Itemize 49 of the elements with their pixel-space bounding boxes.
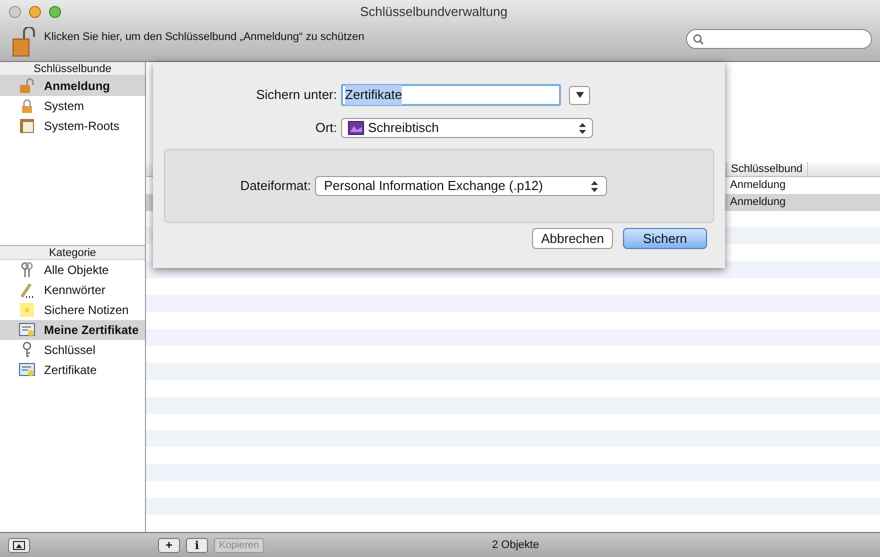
keys-icon xyxy=(20,262,34,278)
window-title: Schlüsselbundverwaltung xyxy=(360,3,508,22)
location-dropdown[interactable]: Schreibtisch xyxy=(341,118,593,138)
table-cell-text: Anmeldung xyxy=(730,194,786,210)
preview-toggle-button[interactable] xyxy=(8,538,30,552)
field-label: Dateiformat: xyxy=(239,177,312,196)
window-icon xyxy=(13,540,25,550)
key-icon xyxy=(21,342,33,358)
add-button[interactable]: + xyxy=(158,538,180,552)
zoom-button[interactable] xyxy=(49,6,61,18)
lock-toggle[interactable]: Klicken Sie hier, um den Schlüsselbund „Anmeldung“ zu schützen xyxy=(12,27,364,57)
cancel-button[interactable]: Abbrechen xyxy=(532,228,613,249)
expand-button[interactable] xyxy=(569,86,590,104)
field-label: Ort: xyxy=(314,119,338,138)
sidebar-item[interactable]: Schlüssel xyxy=(0,340,145,360)
file-name-field[interactable]: Zertifikate xyxy=(341,84,561,106)
column-header: Schlüsselbunde xyxy=(0,62,145,76)
sidebar-item[interactable]: Sichere Notizen xyxy=(0,300,145,320)
sidebar-item[interactable]: System xyxy=(0,96,145,116)
padlock-icon xyxy=(19,98,35,114)
certificate-cabinet-icon xyxy=(19,118,35,134)
updown-arrows-icon xyxy=(591,180,598,192)
info-button[interactable]: i xyxy=(186,538,208,552)
search-icon xyxy=(693,34,704,44)
close-button[interactable] xyxy=(9,6,21,18)
field-label: Sichern unter: xyxy=(255,86,338,104)
sidebar-item[interactable]: Zertifikate xyxy=(0,360,145,380)
certificate-icon xyxy=(19,323,35,337)
minimize-button[interactable] xyxy=(29,6,41,18)
sidebar-item[interactable]: Anmeldung xyxy=(0,76,145,96)
column-header: Kategorie xyxy=(0,246,145,260)
save-button[interactable]: Sichern xyxy=(623,228,707,249)
file-format-dropdown[interactable]: Personal Information Exchange (.p12) xyxy=(315,176,607,196)
desktop-folder-icon xyxy=(348,121,364,135)
sidebar-item[interactable]: Kennwörter xyxy=(0,280,145,300)
updown-arrows-icon xyxy=(579,122,586,134)
certificate-icon xyxy=(19,363,35,377)
open-padlock-icon xyxy=(12,27,38,57)
pencil-icon xyxy=(19,282,35,298)
sidebar-item[interactable]: Meine Zertifikate xyxy=(0,320,145,340)
note-icon xyxy=(19,302,35,318)
search-field[interactable] xyxy=(686,29,872,49)
open-padlock-icon xyxy=(19,78,35,94)
sidebar-item[interactable]: Alle Objekte xyxy=(0,260,145,280)
triangle-down-icon xyxy=(576,92,584,98)
status-text: 2 Objekte xyxy=(492,538,540,553)
sidebar-item[interactable]: System-Roots xyxy=(0,116,145,136)
table-cell-text: Anmeldung xyxy=(730,178,786,193)
column-header[interactable]: Schlüsselbund xyxy=(726,162,808,176)
